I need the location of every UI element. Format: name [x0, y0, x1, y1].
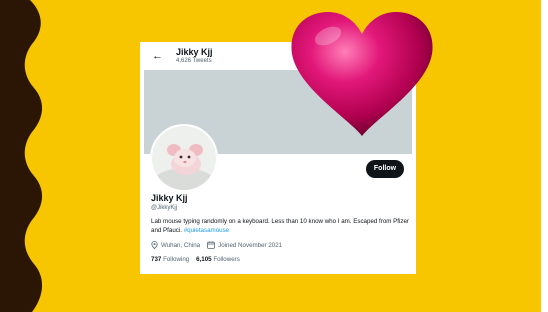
hashtag-link[interactable]: #quietasamouse: [184, 227, 229, 234]
mouse-avatar-image: [152, 126, 216, 190]
location-pin-icon: [151, 241, 158, 249]
followers-link[interactable]: 6,105 Followers: [196, 256, 240, 263]
profile-meta: Wuhan, China Joined November 2021: [151, 241, 282, 249]
arrow-left-icon[interactable]: ←: [152, 50, 163, 62]
following-label: Following: [163, 256, 190, 263]
following-link[interactable]: 737 Following: [151, 256, 189, 263]
followers-count: 6,105: [196, 256, 212, 263]
tweet-count: 4,626 Tweets: [176, 58, 212, 64]
heart-icon: [291, 12, 433, 136]
follow-button[interactable]: Follow: [366, 160, 404, 178]
following-count: 737: [151, 256, 162, 263]
joined-date: Joined November 2021: [218, 241, 283, 249]
slide-canvas: ← Jikky Kjj 4,626 Tweets Follow Jikky Kj…: [0, 0, 548, 312]
right-edge-strip: [541, 0, 548, 312]
header-name: Jikky Kjj: [176, 47, 213, 57]
profile-bio: Lab mouse typing randomly on a keyboard.…: [151, 217, 411, 235]
followers-label: Followers: [213, 256, 240, 263]
calendar-icon: [207, 241, 215, 249]
location-text: Wuhan, China: [161, 241, 201, 249]
profile-handle: @JikkyKjj: [151, 205, 178, 211]
display-name: Jikky Kjj: [151, 193, 188, 203]
avatar[interactable]: [150, 124, 218, 192]
wavy-side-strip: [0, 0, 43, 312]
follow-stats: 737 Following 6,105 Followers: [151, 256, 240, 263]
